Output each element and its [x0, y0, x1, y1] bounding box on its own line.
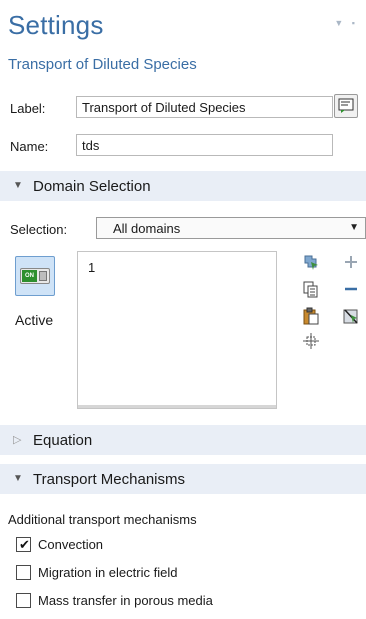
checkbox-label: Mass transfer in porous media — [38, 593, 213, 608]
toggle-switch: ON — [20, 268, 50, 284]
transport-description: Additional transport mechanisms — [8, 512, 197, 527]
name-field-label: Name: — [10, 139, 49, 154]
chevron-down-icon: ▼ — [13, 473, 23, 484]
add-icon[interactable] — [342, 253, 360, 271]
paste-icon[interactable] — [302, 307, 320, 325]
chevron-down-icon: ▼ — [13, 180, 23, 191]
chevron-right-icon: ▷ — [13, 434, 22, 446]
page-title: Settings — [8, 10, 104, 40]
selection-dropdown[interactable]: All domains ▼ — [96, 217, 366, 239]
page-subtitle: Transport of Diluted Species — [8, 56, 197, 73]
list-scrollbar[interactable] — [78, 405, 276, 408]
label-field-label: Label: — [10, 101, 46, 116]
section-label: Domain Selection — [33, 178, 151, 195]
label-field[interactable]: Transport of Diluted Species — [76, 96, 333, 118]
active-label: Active — [15, 312, 54, 328]
name-field[interactable]: tds — [76, 134, 333, 156]
active-toggle[interactable]: ON — [15, 256, 55, 296]
label-row: Label: Transport of Diluted Species — [8, 94, 358, 120]
section-label: Transport Mechanisms — [33, 471, 185, 488]
porous-media-option[interactable]: Mass transfer in porous media — [16, 591, 356, 611]
selection-label: Selection: — [10, 222, 68, 237]
section-domain-selection[interactable]: ▼ Domain Selection — [0, 171, 366, 201]
convection-checkbox[interactable]: ✔ — [16, 537, 31, 552]
selection-value: All domains — [113, 221, 181, 236]
chevron-down-icon: ▼ — [349, 222, 359, 233]
section-transport-mechanisms[interactable]: ▼ Transport Mechanisms — [0, 464, 366, 494]
porous-media-checkbox[interactable] — [16, 593, 31, 608]
copy-icon[interactable] — [302, 280, 320, 298]
checkbox-label: Convection — [38, 537, 104, 552]
toggle-on-text: ON — [22, 270, 37, 282]
remove-icon[interactable] — [342, 280, 360, 298]
zoom-to-selection-icon[interactable] — [302, 332, 320, 350]
settings-header: Settings ▼ ▪ Transport of Diluted Specie… — [8, 8, 358, 88]
select-domain-icon[interactable] — [302, 253, 320, 271]
migration-option[interactable]: Migration in electric field — [16, 563, 356, 583]
pin-icon[interactable]: ▼ ▪ — [334, 18, 358, 28]
domain-list[interactable]: 1 — [77, 251, 277, 409]
convection-option[interactable]: ✔ Convection — [16, 535, 356, 555]
label-edit-button[interactable] — [334, 94, 358, 118]
migration-checkbox[interactable] — [16, 565, 31, 580]
list-item[interactable]: 1 — [88, 260, 95, 275]
checkbox-label: Migration in electric field — [38, 565, 178, 580]
selection-row: Selection: All domains ▼ — [8, 217, 366, 241]
clear-selection-icon[interactable] — [342, 307, 360, 325]
checkmark-icon: ✔ — [19, 537, 30, 552]
section-label: Equation — [33, 432, 93, 449]
name-row: Name: tds — [8, 134, 358, 158]
section-equation[interactable]: ▷ Equation — [0, 425, 366, 455]
label-edit-icon — [338, 98, 354, 113]
toggle-knob — [39, 271, 47, 281]
